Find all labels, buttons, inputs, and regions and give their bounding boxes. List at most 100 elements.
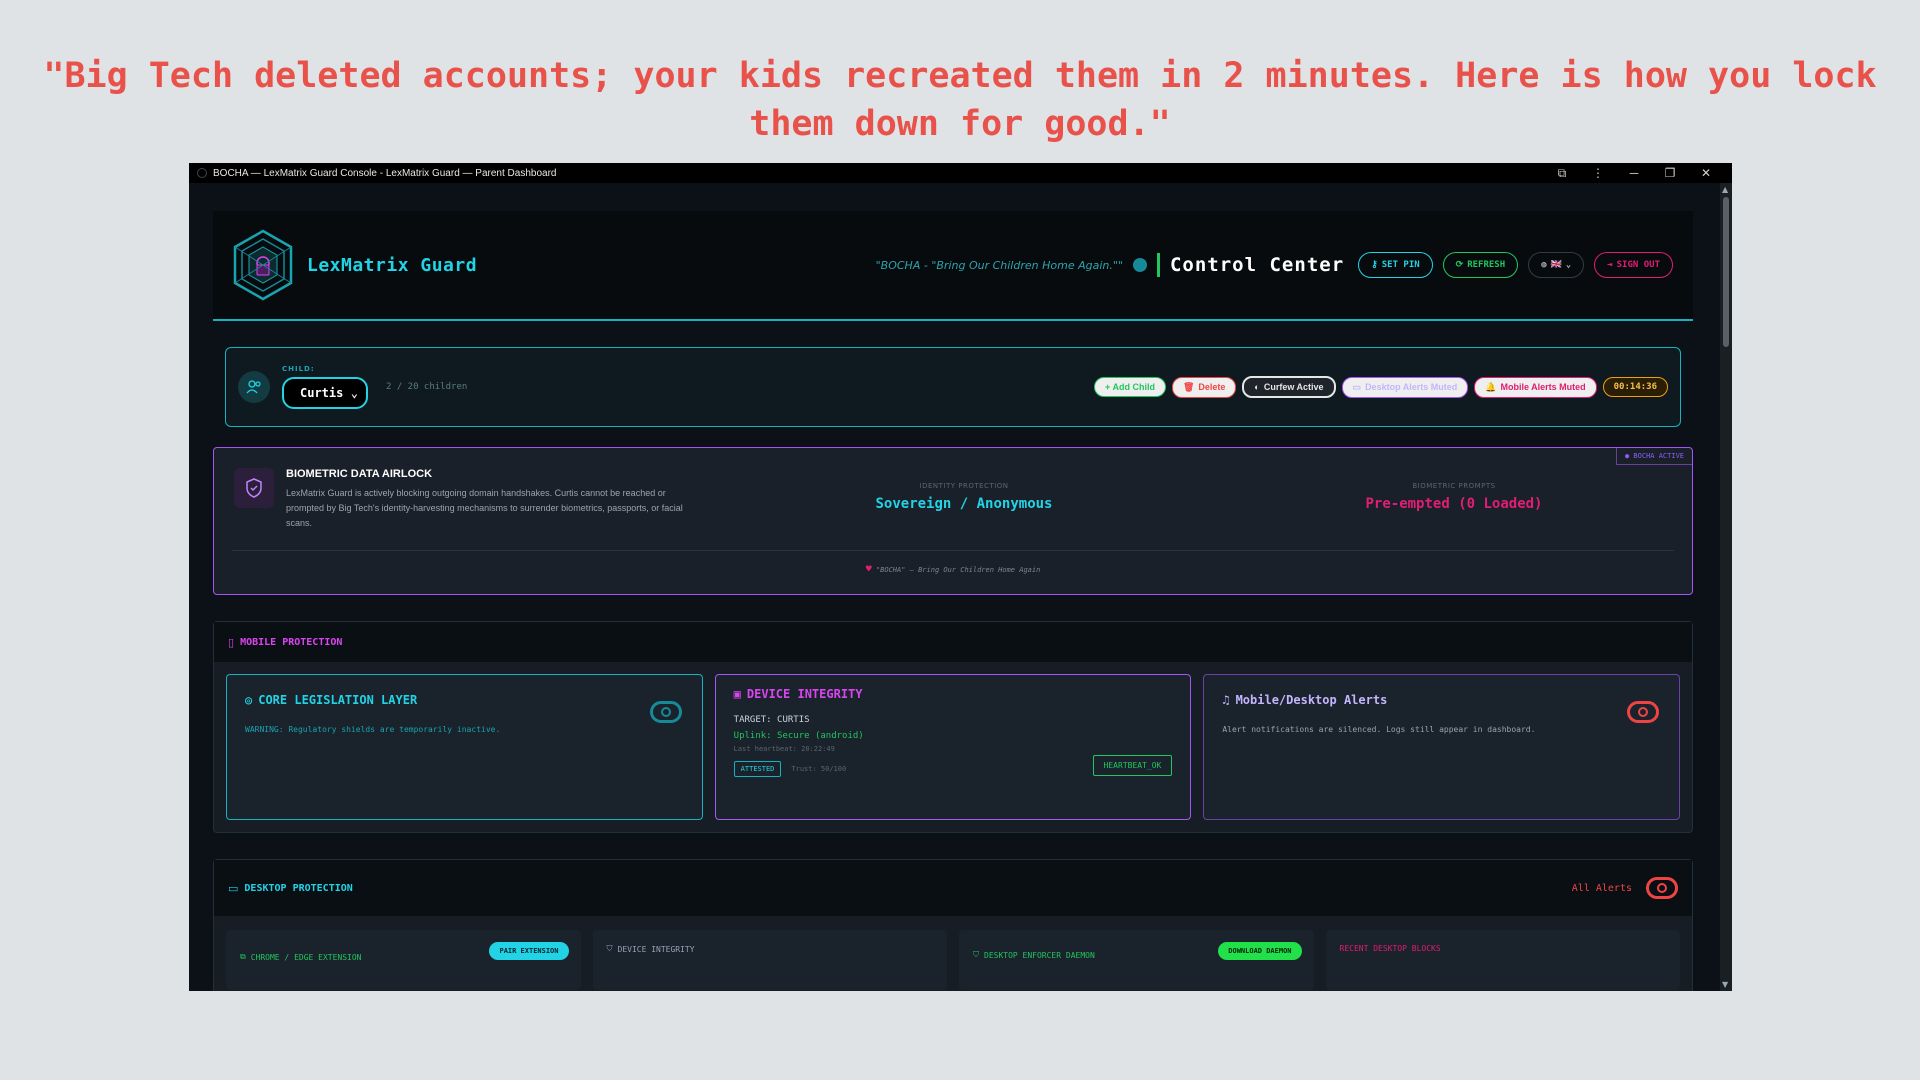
mobile-alerts-button[interactable]: 🔔 Mobile Alerts Muted	[1474, 376, 1597, 398]
monitor-icon: ▭	[1352, 381, 1362, 392]
card-title: DEVICE INTEGRITY	[746, 687, 863, 701]
set-pin-label: SET PIN	[1381, 260, 1420, 270]
puzzle-icon: ⧉	[240, 952, 246, 961]
app-header: LexMatrix Guard "BOCHA - "Bring Our Chil…	[213, 211, 1693, 321]
section-title: DESKTOP PROTECTION	[244, 882, 353, 894]
download-daemon-button[interactable]: DOWNLOAD DAEMON	[1218, 942, 1302, 960]
card-title: RECENT DESKTOP BLOCKS	[1339, 944, 1441, 953]
sign-out-label: SIGN OUT	[1616, 260, 1660, 270]
users-icon	[238, 371, 270, 403]
device-integrity-card: ▣ DEVICE INTEGRITY TARGET: CURTIS Uplink…	[714, 674, 1192, 820]
flag-icon: 🇬🇧	[1550, 260, 1562, 270]
heartbeat-badge: HEARTBEAT_OK	[1092, 755, 1173, 776]
language-select[interactable]: ◍ 🇬🇧 ⌄	[1528, 252, 1585, 278]
extension-card: ⧉ CHROME / EDGE EXTENSION PAIR EXTENSION	[226, 930, 581, 990]
close-button[interactable]: ✕	[1688, 166, 1724, 180]
target-label: TARGET: CURTIS	[733, 715, 810, 725]
delete-child-button[interactable]: 🗑 Delete	[1171, 376, 1237, 398]
refresh-icon: ⟳	[1455, 260, 1464, 270]
section-title: MOBILE PROTECTION	[240, 636, 343, 648]
heart-icon: ♥	[865, 564, 872, 575]
card-title: CHROME / EDGE EXTENSION	[250, 952, 362, 962]
accent-bar	[1156, 253, 1160, 277]
badge-label: BOCHA ACTIVE	[1633, 452, 1684, 460]
child-label: CHILD:	[282, 365, 315, 373]
alerts-card: ♫ Mobile/Desktop Alerts Alert notificati…	[1203, 674, 1681, 820]
desktop-alerts-button[interactable]: ▭ Desktop Alerts Muted	[1341, 376, 1469, 398]
pair-extension-button[interactable]: PAIR EXTENSION	[489, 942, 569, 960]
scroll-down-icon[interactable]: ▼	[1722, 980, 1728, 989]
app-icon	[197, 168, 207, 178]
daemon-card: ⛉ DESKTOP ENFORCER DAEMON DOWNLOAD DAEMO…	[959, 930, 1314, 990]
headline: "Big Tech deleted accounts; your kids re…	[43, 56, 1877, 144]
prompts-value: Pre-empted (0 Loaded)	[1365, 496, 1543, 512]
trash-icon: 🗑	[1182, 381, 1195, 392]
toggle-knob	[1638, 707, 1649, 717]
logout-icon: ⇥	[1607, 260, 1613, 270]
airlock-footer: ♥ "BOCHA" — Bring Our Children Home Agai…	[214, 564, 1692, 575]
scrollbar-thumb[interactable]	[1723, 197, 1729, 347]
alerts-toggle[interactable]	[1627, 701, 1660, 723]
all-alerts-toggle[interactable]	[1646, 877, 1678, 899]
dashboard: LexMatrix Guard "BOCHA - "Bring Our Chil…	[213, 211, 1693, 991]
card-title: Mobile/Desktop Alerts	[1235, 693, 1388, 707]
shield-logo-icon	[233, 229, 293, 301]
card-title: DESKTOP ENFORCER DAEMON	[984, 950, 1095, 960]
scroll-up-icon[interactable]: ▲	[1722, 185, 1728, 194]
refresh-button[interactable]: ⟳ REFRESH	[1442, 252, 1519, 278]
uplink-status: Uplink: Secure (android)	[733, 731, 864, 741]
shield-icon: ⛉	[606, 944, 613, 953]
biometric-prompts-stat: BIOMETRIC PROMPTS Pre-empted (0 Loaded)	[1304, 482, 1604, 512]
delete-label: Delete	[1198, 382, 1226, 392]
sign-out-button[interactable]: ⇥ SIGN OUT	[1594, 252, 1673, 278]
attested-badge: ATTESTED	[733, 761, 782, 777]
title-bar: BOCHA — LexMatrix Guard Console - LexMat…	[189, 163, 1732, 183]
airlock-title: BIOMETRIC DATA AIRLOCK	[286, 468, 433, 480]
shield-check-icon: ⛉	[973, 950, 979, 959]
identity-protection-stat: IDENTITY PROTECTION Sovereign / Anonymou…	[834, 482, 1094, 512]
monitor-icon: ▭	[228, 881, 239, 895]
shield-check-icon	[234, 468, 274, 508]
desktop-alerts-label: Desktop Alerts Muted	[1365, 382, 1458, 392]
mobile-alerts-label: Mobile Alerts Muted	[1500, 382, 1586, 392]
biometric-airlock-panel: ● BOCHA ACTIVE BIOMETRIC DATA AIRLOCK Le…	[213, 447, 1693, 595]
chip-icon: ▣	[733, 687, 741, 701]
fingerprint-icon: ◎	[245, 693, 253, 707]
prompts-label: BIOMETRIC PROMPTS	[1412, 482, 1496, 490]
scrollbar[interactable]: ▲ ▼	[1720, 183, 1732, 991]
motto: "BOCHA - "Bring Our Children Home Again.…	[875, 258, 1123, 272]
curfew-label: Curfew Active	[1263, 382, 1324, 392]
trust-score: Trust: 50/100	[791, 765, 847, 773]
heartbeat-time: Last heartbeat: 20:22:49	[733, 745, 835, 753]
restore-button[interactable]: ❐	[1652, 166, 1688, 180]
identity-label: IDENTITY PROTECTION	[919, 482, 1009, 490]
curfew-timer: 00:14:36	[1602, 377, 1668, 397]
add-child-button[interactable]: + Add Child	[1094, 377, 1166, 397]
core-legislation-toggle[interactable]	[649, 701, 682, 723]
set-pin-button[interactable]: ⚷ SET PIN	[1358, 252, 1433, 278]
chevron-down-icon: ⌄	[350, 386, 358, 400]
refresh-label: REFRESH	[1467, 260, 1506, 270]
child-select-value: Curtis	[300, 386, 344, 400]
moon-icon: ◐	[1254, 382, 1260, 392]
desktop-protection-section: ▭ DESKTOP PROTECTION All Alerts ⧉ CHROME…	[213, 859, 1693, 991]
status-badge: ● BOCHA ACTIVE	[1615, 448, 1692, 465]
extensions-icon[interactable]: ⧉	[1544, 166, 1580, 181]
card-body: Alert notifications are silenced. Logs s…	[1222, 725, 1536, 734]
child-bar: CHILD: Curtis ⌄ 2 / 20 children + Add Ch…	[225, 347, 1681, 427]
key-icon: ⚷	[1371, 260, 1378, 270]
phone-icon: ▯	[228, 635, 235, 649]
card-warning: WARNING: Regulatory shields are temporar…	[245, 725, 501, 734]
child-count: 2 / 20 children	[386, 382, 468, 392]
divider	[232, 550, 1674, 551]
child-select[interactable]: Curtis ⌄	[282, 377, 368, 409]
toggle-knob	[660, 707, 671, 717]
window-title: BOCHA — LexMatrix Guard Console - LexMat…	[213, 167, 557, 179]
menu-icon[interactable]: ⋮	[1580, 166, 1616, 180]
curfew-button[interactable]: ◐ Curfew Active	[1242, 376, 1336, 398]
card-title: DEVICE INTEGRITY	[617, 944, 695, 954]
recent-blocks-card: RECENT DESKTOP BLOCKS	[1325, 930, 1680, 990]
toggle-knob	[1657, 883, 1667, 893]
minimize-button[interactable]: ─	[1616, 166, 1652, 180]
mobile-protection-section: ▯ MOBILE PROTECTION ◎ CORE LEGISLATION L…	[213, 621, 1693, 833]
